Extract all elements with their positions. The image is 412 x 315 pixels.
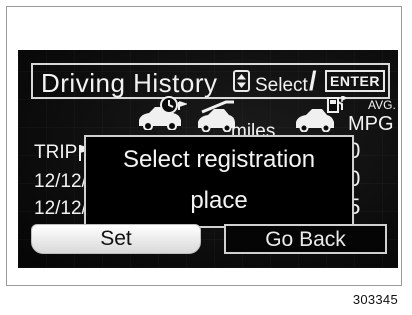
go-back-button[interactable]: Go Back — [224, 224, 387, 254]
dialog-message-line-1: Select registration — [122, 146, 316, 173]
figure-reference-number: 303345 — [352, 292, 398, 307]
row-label-trip: TRIP — [34, 142, 78, 163]
avg-label: AVG. — [368, 98, 396, 112]
page-title: Driving History — [41, 68, 218, 98]
display-screen: Driving History Select / ENTER miles AVG… — [18, 50, 398, 268]
row-label-date-1: 12/12/ — [34, 171, 87, 192]
row-label-date-2: 12/12/ — [34, 198, 87, 219]
registration-dialog: Select registration place — [84, 135, 354, 228]
set-button[interactable]: Set — [31, 224, 201, 254]
separator: / — [309, 66, 317, 96]
mpg-label: MPG — [348, 113, 394, 135]
car-fuel-icon — [296, 96, 346, 132]
header-bar: Driving History Select / ENTER — [31, 63, 390, 99]
car-distance-icon — [198, 100, 235, 132]
dialog-message-line-2: place — [190, 187, 248, 214]
select-hint: Select — [255, 75, 308, 96]
up-down-arrows-icon — [233, 70, 250, 92]
car-clock-icon — [139, 96, 187, 130]
enter-key-icon: ENTER — [325, 70, 385, 92]
